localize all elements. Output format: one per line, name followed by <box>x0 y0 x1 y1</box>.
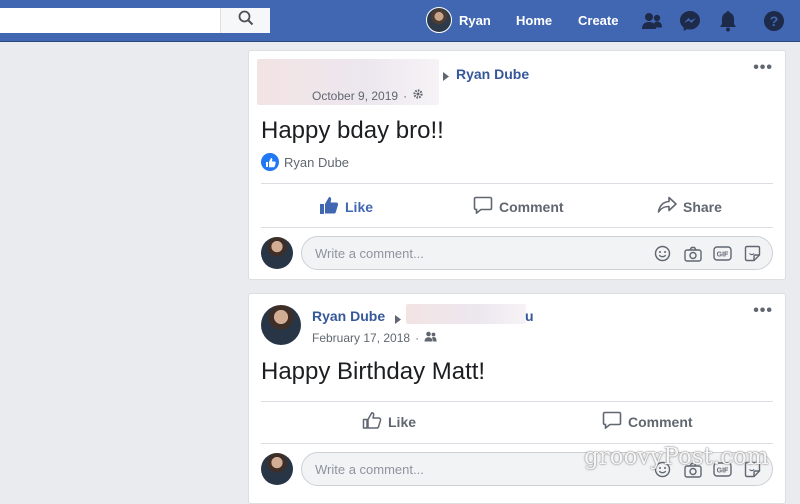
comment-button[interactable]: Comment <box>602 411 693 432</box>
create-link[interactable]: Create <box>578 13 618 28</box>
triangle-right-icon <box>443 68 449 86</box>
comment-placeholder: Write a comment... <box>315 246 424 261</box>
post-date[interactable]: February 17, 2018 <box>312 331 410 345</box>
share-label: Share <box>683 198 722 215</box>
comment-icon <box>602 411 622 432</box>
profile-name: Ryan <box>459 12 491 28</box>
blurred-recipient <box>406 304 526 324</box>
post-meta: October 9, 2019 · <box>312 88 424 103</box>
comment-icon <box>473 196 493 217</box>
comment-button[interactable]: Comment <box>473 196 564 217</box>
home-link[interactable]: Home <box>516 13 552 28</box>
meta-separator: · <box>415 331 420 345</box>
meta-separator: · <box>403 88 408 103</box>
divider <box>261 183 773 184</box>
comment-input[interactable]: Write a comment... GIF <box>301 236 773 270</box>
profile-link[interactable]: Ryan <box>426 6 491 34</box>
left-pane <box>0 42 240 504</box>
camera-icon[interactable] <box>683 244 702 263</box>
post-meta: February 17, 2018 · <box>312 331 437 345</box>
share-icon <box>657 196 677 217</box>
like-button[interactable]: Like <box>362 411 416 432</box>
sticker-icon[interactable] <box>743 244 762 263</box>
recipient-name-link[interactable]: Ryan Dube <box>456 66 529 82</box>
help-icon[interactable]: ? <box>763 10 785 32</box>
post-date[interactable]: October 9, 2019 <box>312 89 398 103</box>
like-label: Like <box>345 198 374 215</box>
bell-icon[interactable] <box>717 10 739 32</box>
watermark: groovyPost.com <box>584 444 769 470</box>
avatar[interactable] <box>261 305 301 345</box>
friends-icon[interactable] <box>424 331 437 345</box>
more-options-icon[interactable]: ••• <box>753 302 773 320</box>
like-button[interactable]: Like <box>319 196 373 217</box>
post-card: Ryan Dube October 9, 2019 · ••• Happy bd… <box>248 50 786 280</box>
more-options-icon[interactable]: ••• <box>753 59 773 77</box>
comment-label: Comment <box>499 198 564 215</box>
reaction-name: Ryan Dube <box>284 154 350 170</box>
like-reaction-icon <box>261 153 279 171</box>
thumbs-up-icon <box>319 196 339 217</box>
gif-icon[interactable]: GIF <box>713 244 732 263</box>
comment-composer: Write a comment... GIF <box>261 236 773 272</box>
triangle-right-icon <box>395 311 401 329</box>
avatar <box>426 7 452 33</box>
avatar <box>261 453 293 485</box>
share-button[interactable]: Share <box>657 196 722 217</box>
friends-icon[interactable] <box>641 10 663 32</box>
svg-text:?: ? <box>770 13 779 29</box>
svg-text:GIF: GIF <box>717 252 729 259</box>
post-text: Happy bday bro!! <box>261 117 444 144</box>
divider <box>261 401 773 402</box>
like-label: Like <box>388 413 417 430</box>
messenger-icon[interactable] <box>679 10 701 32</box>
avatar <box>261 237 293 269</box>
search-bar[interactable] <box>0 8 270 33</box>
gear-icon[interactable] <box>412 88 424 103</box>
reactions-summary[interactable]: Ryan Dube <box>261 153 349 171</box>
author-name-link[interactable]: Ryan Dube <box>312 308 385 324</box>
recipient-name-suffix[interactable]: u <box>525 308 534 324</box>
search-icon <box>238 10 254 31</box>
search-button[interactable] <box>220 8 270 33</box>
emoji-icon[interactable] <box>653 244 672 263</box>
comment-placeholder: Write a comment... <box>315 462 424 477</box>
divider <box>261 227 773 228</box>
post-card: Ryan Dube u February 17, 2018 · ••• Happ… <box>248 293 786 504</box>
comment-label: Comment <box>628 413 693 430</box>
post-text: Happy Birthday Matt! <box>261 358 486 385</box>
comment-tools: GIF <box>653 244 762 263</box>
thumbs-up-icon <box>362 411 382 432</box>
top-nav-bar: Ryan Home Create ? <box>0 0 800 42</box>
